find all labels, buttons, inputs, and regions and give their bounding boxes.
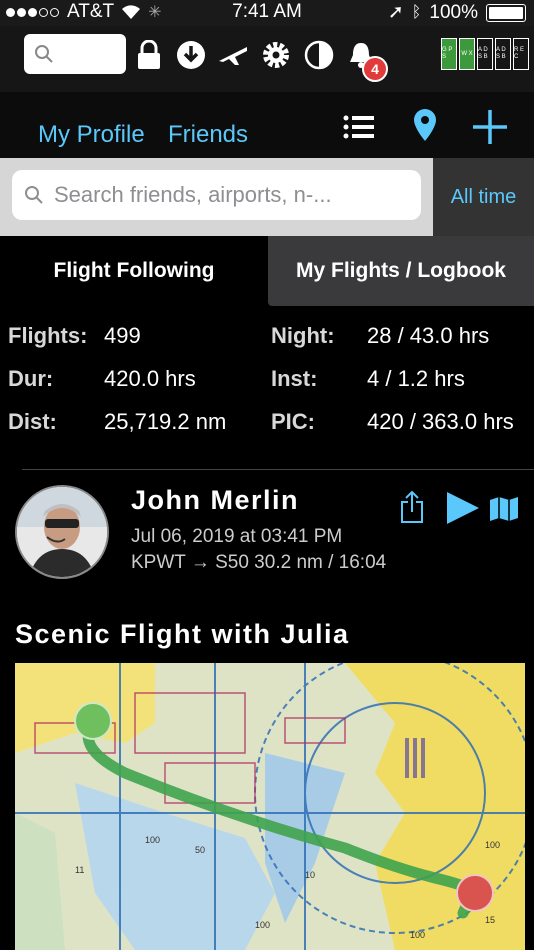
svg-text:10: 10 bbox=[305, 870, 315, 880]
battery-percent: 100% bbox=[429, 1, 478, 23]
search-input[interactable]: Search friends, airports, n-... bbox=[12, 170, 421, 220]
contrast-icon[interactable] bbox=[302, 38, 336, 72]
pilot-name[interactable]: John Merlin bbox=[131, 485, 299, 516]
flights-label: Flights: bbox=[8, 323, 88, 348]
flights-value: 499 bbox=[104, 323, 141, 348]
search-icon bbox=[25, 186, 43, 204]
status-right: ➚ ᛒ 100% bbox=[388, 1, 526, 24]
divider bbox=[22, 469, 534, 470]
sectional-chart: 100 50 11 10 100 100 100 15 bbox=[15, 663, 525, 950]
nav-row: My Profile Friends bbox=[0, 92, 534, 158]
svg-text:50: 50 bbox=[195, 845, 205, 855]
map-pin-icon[interactable] bbox=[413, 108, 437, 142]
distance-label: Dist: bbox=[8, 409, 57, 434]
share-icon[interactable] bbox=[399, 490, 425, 524]
pic-label: PIC: bbox=[271, 409, 315, 434]
map-icon[interactable] bbox=[488, 496, 520, 522]
pic-value: 420 / 363.0 hrs bbox=[367, 409, 514, 434]
search-icon bbox=[35, 45, 53, 63]
svg-text:100: 100 bbox=[485, 840, 500, 850]
device-status-panel: G P S W X A D S B A D S B R E C bbox=[441, 38, 529, 70]
flight-title: Scenic Flight with Julia bbox=[15, 619, 350, 649]
list-icon[interactable] bbox=[343, 114, 375, 140]
top-toolbar: 4 G P S W X A D S B A D S B R E C bbox=[0, 26, 534, 92]
friends-link[interactable]: Friends bbox=[168, 121, 248, 149]
gps-indicator: G P S bbox=[441, 38, 457, 70]
time-filter-button[interactable]: All time bbox=[433, 158, 534, 236]
duration-label: Dur: bbox=[8, 366, 54, 391]
toolbar-search-box[interactable] bbox=[24, 34, 126, 74]
bluetooth-icon: ᛒ bbox=[411, 3, 422, 21]
play-icon[interactable] bbox=[445, 490, 481, 526]
status-bar: AT&T ✳ 7:41 AM ➚ ᛒ 100% bbox=[0, 0, 534, 26]
tab-flight-following[interactable]: Flight Following bbox=[0, 236, 268, 306]
instrument-value: 4 / 1.2 hrs bbox=[367, 366, 465, 391]
location-arrow-icon: ➚ bbox=[387, 2, 404, 23]
pilot-photo bbox=[17, 487, 107, 577]
svg-text:15: 15 bbox=[485, 915, 495, 925]
flight-route: KPWT → S50 30.2 nm / 16:04 bbox=[131, 552, 387, 573]
night-label: Night: bbox=[271, 323, 335, 348]
notification-badge: 4 bbox=[362, 56, 388, 82]
svg-text:100: 100 bbox=[255, 920, 270, 930]
tab-my-flights-logbook[interactable]: My Flights / Logbook bbox=[268, 236, 534, 306]
adsb-indicator: A D S B bbox=[495, 38, 511, 70]
night-value: 28 / 43.0 hrs bbox=[367, 323, 490, 348]
avatar[interactable] bbox=[15, 485, 109, 579]
wx-indicator: W X bbox=[459, 38, 475, 70]
svg-text:100: 100 bbox=[410, 930, 425, 940]
duration-value: 420.0 hrs bbox=[104, 366, 196, 391]
distance-value: 25,719.2 nm bbox=[104, 409, 227, 434]
rec-indicator: R E C bbox=[513, 38, 529, 70]
lock-icon[interactable] bbox=[132, 38, 166, 72]
flight-map[interactable]: 100 50 11 10 100 100 100 15 bbox=[15, 663, 525, 950]
airplane-icon[interactable] bbox=[216, 38, 250, 72]
instrument-label: Inst: bbox=[271, 366, 318, 391]
add-icon[interactable] bbox=[471, 108, 509, 146]
start-marker bbox=[74, 702, 112, 740]
flight-date: Jul 06, 2019 at 03:41 PM bbox=[131, 526, 343, 547]
battery-icon bbox=[486, 3, 526, 22]
my-profile-link[interactable]: My Profile bbox=[38, 121, 145, 149]
search-placeholder: Search friends, airports, n-... bbox=[54, 182, 332, 207]
search-row: Search friends, airports, n-... All time bbox=[0, 158, 534, 236]
download-icon[interactable] bbox=[174, 38, 208, 72]
adsb-indicator: A D S B bbox=[477, 38, 493, 70]
svg-text:11: 11 bbox=[75, 865, 84, 875]
end-marker bbox=[456, 874, 494, 912]
gear-icon[interactable] bbox=[259, 38, 293, 72]
svg-text:100: 100 bbox=[145, 835, 160, 845]
